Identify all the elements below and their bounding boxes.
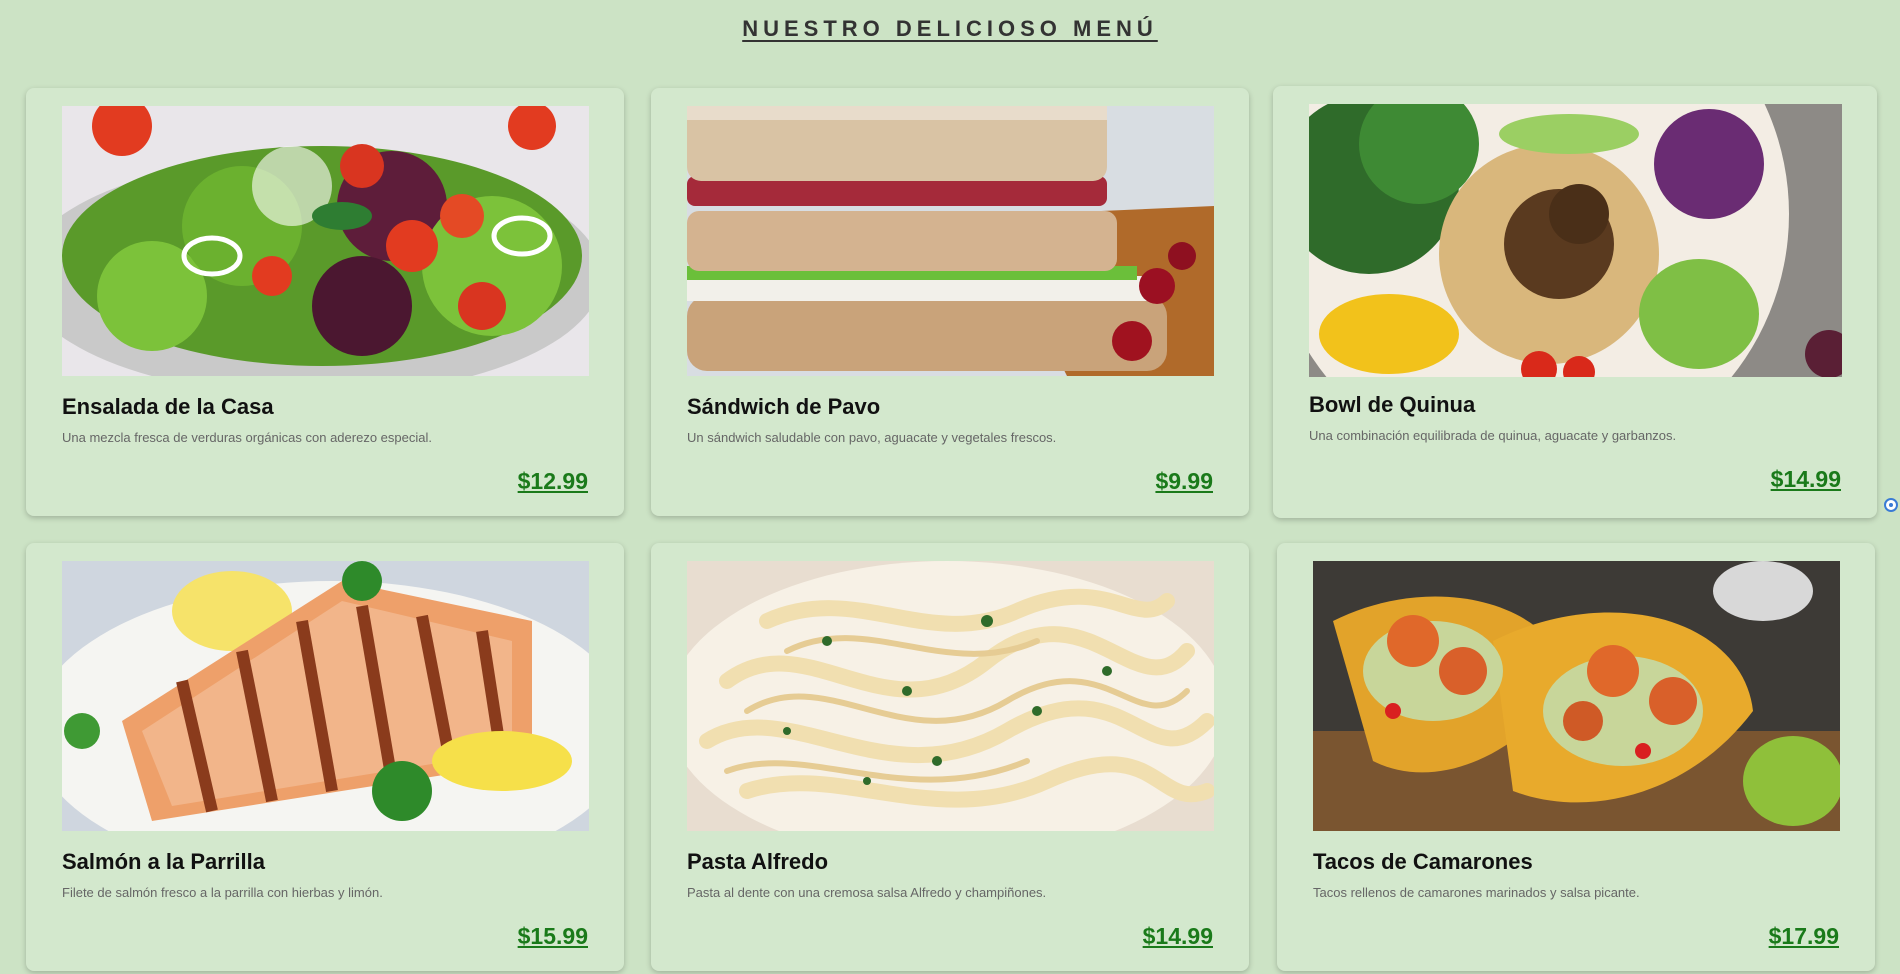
item-price[interactable]: $14.99 xyxy=(1143,923,1213,950)
item-name: Pasta Alfredo xyxy=(687,849,829,874)
quinoa-bowl-image xyxy=(1309,104,1842,377)
item-description: Pasta al dente con una cremosa salsa Alf… xyxy=(687,885,1047,900)
salmon-image xyxy=(62,561,589,831)
item-description: Una combinación equilibrada de quinua, a… xyxy=(1309,428,1677,443)
tacos-image xyxy=(1313,561,1840,831)
item-price[interactable]: $15.99 xyxy=(518,923,588,950)
sandwich-image xyxy=(687,106,1214,376)
item-name: Sándwich de Pavo xyxy=(687,394,881,419)
item-description: Filete de salmón fresco a la parrilla co… xyxy=(62,885,383,900)
menu-card-quinua: Bowl de Quinua Una combinación equilibra… xyxy=(1273,86,1877,518)
menu-card-pasta: Pasta Alfredo Pasta al dente con una cre… xyxy=(651,543,1249,971)
pasta-image xyxy=(687,561,1214,831)
item-description: Un sándwich saludable con pavo, aguacate… xyxy=(687,430,1057,445)
menu-card-sandwich: Sándwich de Pavo Un sándwich saludable c… xyxy=(651,88,1249,516)
item-name: Ensalada de la Casa xyxy=(62,394,274,419)
item-price[interactable]: $9.99 xyxy=(1155,468,1213,495)
salad-image xyxy=(62,106,589,376)
item-name: Bowl de Quinua xyxy=(1309,392,1476,417)
item-price[interactable]: $12.99 xyxy=(518,468,588,495)
item-price[interactable]: $14.99 xyxy=(1771,466,1841,493)
page-title: NUESTRO DELICIOSO MENÚ xyxy=(742,16,1158,41)
item-name: Salmón a la Parrilla xyxy=(62,849,265,874)
item-description: Tacos rellenos de camarones marinados y … xyxy=(1313,885,1640,900)
item-name: Tacos de Camarones xyxy=(1313,849,1533,874)
menu-card-tacos: Tacos de Camarones Tacos rellenos de cam… xyxy=(1277,543,1875,971)
item-price[interactable]: $17.99 xyxy=(1769,923,1839,950)
menu-card-ensalada: Ensalada de la Casa Una mezcla fresca de… xyxy=(26,88,624,516)
item-description: Una mezcla fresca de verduras orgánicas … xyxy=(62,430,432,445)
menu-card-salmon: Salmón a la Parrilla Filete de salmón fr… xyxy=(26,543,624,971)
assistant-icon[interactable] xyxy=(1884,498,1898,512)
